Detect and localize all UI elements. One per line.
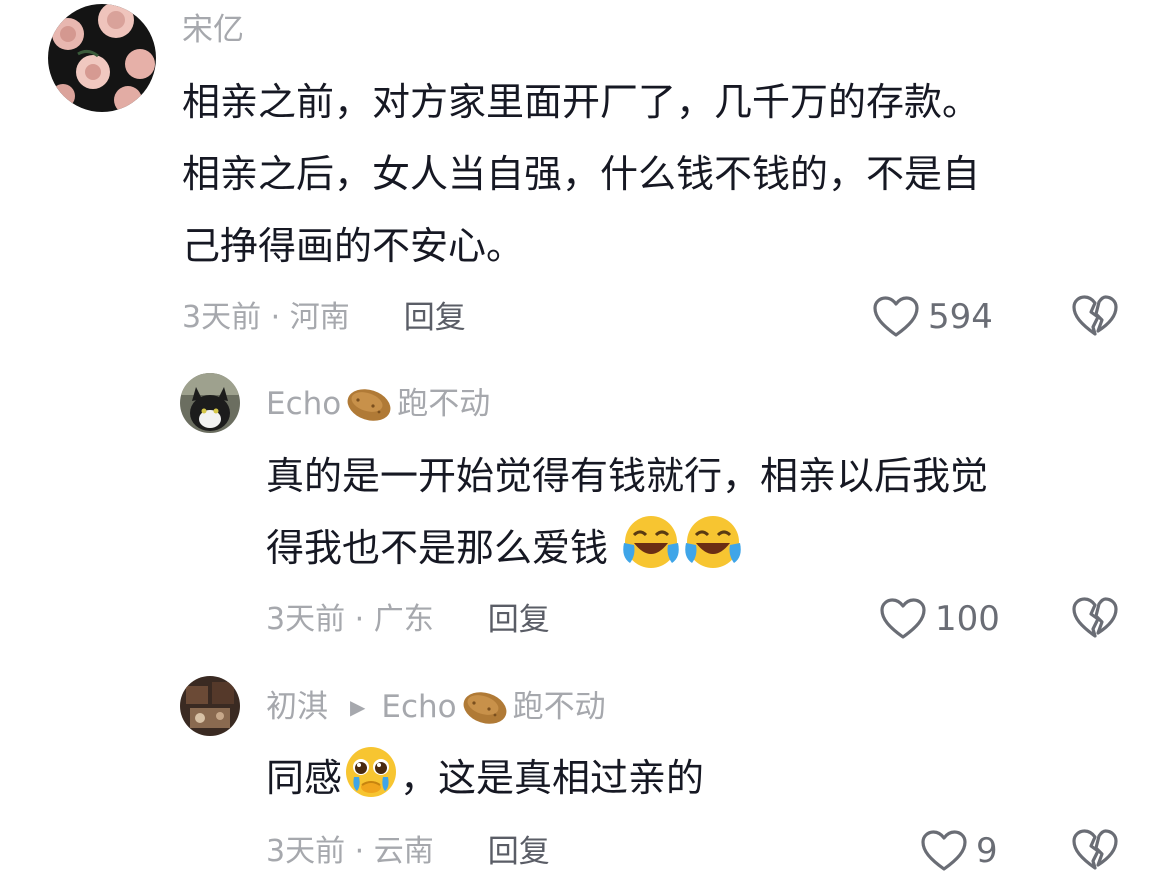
reply-to-suffix: 跑不动 [512, 689, 606, 725]
comment-text: 相亲之前，对方家里面开厂了，几千万的存款。 相亲之后，女人当自强，什么钱不钱的，… [182, 66, 980, 282]
pleading-face-emoji [346, 747, 397, 797]
like-count: 594 [928, 297, 993, 337]
comment-meta: 3天前 · 河南 回复 [182, 298, 466, 338]
reply-arrow-icon: ▶ [350, 695, 366, 719]
like-count: 9 [976, 831, 998, 871]
username-text: Echo [266, 386, 342, 422]
broken-heart-icon [1072, 295, 1118, 336]
comment-line: 己挣得画的不安心。 [182, 224, 525, 268]
comment-text: 同感 ，这是真相过亲的 [266, 742, 704, 814]
reply-button[interactable]: 回复 [488, 832, 550, 872]
heart-outline-icon [873, 296, 919, 337]
comment-line: 得我也不是那么爱钱 [266, 512, 988, 584]
dislike-button[interactable] [1071, 294, 1119, 342]
comment-line: 相亲之后，女人当自强，什么钱不钱的，不是自 [182, 152, 981, 196]
reply-button[interactable]: 回复 [488, 600, 550, 640]
heart-outline-icon [921, 830, 967, 871]
avatar[interactable] [180, 676, 240, 736]
comment-meta: 3天前 · 云南 回复 [266, 832, 550, 872]
comment-segment: ，这是真相过亲的 [400, 756, 705, 800]
time-location: 3天前 · 云南 [266, 834, 434, 869]
potato-emoji [347, 389, 391, 421]
like-button[interactable]: 594 [872, 292, 993, 342]
username[interactable]: Echo 跑不动 [266, 384, 490, 424]
reply-to-username[interactable]: Echo [381, 687, 456, 727]
dislike-button[interactable] [1071, 596, 1119, 644]
like-button[interactable]: 100 [879, 594, 1000, 644]
like-button[interactable]: 9 [920, 826, 998, 876]
comment-segment: 得我也不是那么爱钱 [266, 526, 609, 570]
username-text: 初淇 [266, 689, 328, 725]
comment-text: 真的是一开始觉得有钱就行，相亲以后我觉 得我也不是那么爱钱 [266, 440, 988, 584]
comment-segment: 同感 [266, 756, 343, 800]
potato-emoji [463, 692, 507, 724]
comment-line: 真的是一开始觉得有钱就行，相亲以后我觉 [266, 454, 989, 498]
time-location: 3天前 · 广东 [266, 602, 434, 637]
laughing-crying-emoji [623, 516, 679, 568]
comment-meta: 3天前 · 广东 回复 [266, 600, 550, 640]
laughing-crying-emoji [685, 516, 741, 568]
username[interactable]: 宋亿 [182, 10, 244, 50]
broken-heart-icon [1072, 597, 1118, 638]
avatar[interactable] [48, 4, 156, 112]
like-count: 100 [935, 599, 1000, 639]
username[interactable]: 初淇 ▶ Echo 跑不动 [266, 687, 606, 727]
time-location: 3天前 · 河南 [182, 300, 350, 335]
comment-line: 同感 ，这是真相过亲的 [266, 742, 704, 814]
heart-outline-icon [880, 598, 926, 639]
comment-line: 相亲之前，对方家里面开厂了，几千万的存款。 [182, 80, 981, 124]
reply-button[interactable]: 回复 [404, 298, 466, 338]
broken-heart-icon [1072, 829, 1118, 870]
avatar[interactable] [180, 373, 240, 433]
username-suffix: 跑不动 [397, 386, 491, 422]
dislike-button[interactable] [1071, 828, 1119, 876]
